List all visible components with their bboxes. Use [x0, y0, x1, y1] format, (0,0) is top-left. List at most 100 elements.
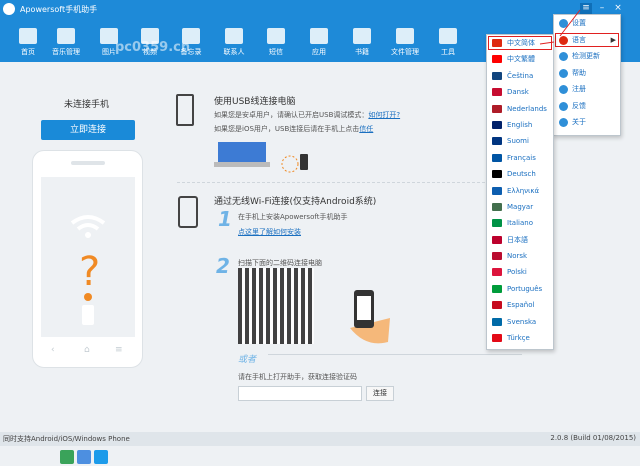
settings-menu: 设置语言 ▶ 检测更新帮助注册 反馈 关于	[553, 14, 621, 136]
language-option[interactable]: Nederlands	[487, 101, 553, 117]
language-label: Polski	[507, 268, 527, 277]
trust-link[interactable]: 信任	[359, 125, 373, 133]
language-option[interactable]: Español	[487, 297, 553, 313]
language-option[interactable]: Polski	[487, 264, 553, 280]
settings-menu-item[interactable]: 设置	[554, 15, 620, 32]
language-option[interactable]: Suomi	[487, 133, 553, 149]
language-option[interactable]: 日本語	[487, 232, 553, 248]
language-option[interactable]: Português	[487, 281, 553, 297]
language-option[interactable]: English	[487, 117, 553, 133]
nav-item-2[interactable]: 图片	[89, 28, 129, 62]
nav-item-5[interactable]: 联系人	[214, 28, 254, 62]
settings-menu-label: 设置	[572, 19, 586, 27]
close-icon[interactable]: ×	[612, 3, 624, 14]
how-to-install-link[interactable]: 点这里了解如何安装	[238, 227, 301, 237]
phone-speaker	[71, 161, 105, 165]
flag-icon	[492, 284, 502, 293]
menu-button-icon: ≡	[115, 345, 123, 355]
language-option[interactable]: Dansk	[487, 84, 553, 100]
language-option[interactable]: Ελληνικά	[487, 183, 553, 199]
usb-title: 使用USB线连接电脑	[214, 97, 296, 107]
verification-code-input[interactable]	[238, 386, 362, 401]
language-label: Italiano	[507, 219, 533, 228]
settings-menu-item[interactable]: 语言 ▶	[554, 32, 620, 49]
language-option[interactable]: Magyar	[487, 199, 553, 215]
info-icon	[559, 118, 568, 127]
nav-item-1[interactable]: 音乐管理	[46, 28, 86, 62]
connect-now-button[interactable]: 立即连接	[41, 120, 135, 140]
file-manager-icon	[396, 28, 414, 44]
nav-label: 联系人	[223, 48, 245, 56]
settings-menu-item[interactable]: 反馈	[554, 98, 620, 115]
flag-icon	[492, 153, 502, 162]
language-label: 中文简体	[507, 39, 535, 47]
nav-item-8[interactable]: 书籍	[342, 28, 382, 62]
settings-menu-label: 帮助	[572, 68, 586, 77]
flag-icon	[492, 219, 502, 228]
qr-code	[238, 268, 314, 344]
minimize-icon[interactable]: –	[596, 3, 608, 14]
contacts-icon	[225, 28, 243, 44]
language-option[interactable]: Türkçe	[487, 330, 553, 346]
language-label: Norsk	[507, 252, 528, 261]
flag-icon	[492, 252, 502, 261]
nav-item-10[interactable]: 工具	[428, 28, 468, 62]
photo-icon	[100, 28, 118, 44]
flag-icon	[492, 88, 502, 97]
settings-menu-item[interactable]: 注册	[554, 81, 620, 98]
nav-item-4[interactable]: 备忘录	[171, 28, 211, 62]
settings-menu-item[interactable]: 帮助	[554, 65, 620, 82]
nav-item-0[interactable]: 首页	[8, 28, 48, 62]
step-2-number: 2	[216, 254, 230, 278]
book-icon	[353, 28, 371, 44]
settings-menu-item[interactable]: 关于	[554, 114, 620, 131]
flag-icon	[492, 202, 502, 211]
nav-item-6[interactable]: 短信	[256, 28, 296, 62]
footer-support-text: 同时支持Android/iOS/Windows Phone	[3, 435, 130, 443]
language-option[interactable]: Français	[487, 150, 553, 166]
video-icon	[141, 28, 159, 44]
language-option[interactable]: Norsk	[487, 248, 553, 264]
language-label: Nederlands	[507, 104, 547, 113]
platform-icons	[60, 450, 111, 466]
language-option[interactable]: Deutsch	[487, 166, 553, 182]
apps-icon	[310, 28, 328, 44]
windows-icon	[94, 450, 108, 464]
china-flag-icon	[559, 35, 568, 45]
language-option[interactable]: Svenska	[487, 314, 553, 330]
connect-code-button[interactable]: 连接	[366, 386, 394, 401]
back-icon: ‹	[51, 345, 55, 355]
settings-menu-label: 语言	[572, 35, 586, 44]
question-wifi-icon: ?	[70, 215, 106, 325]
nav-item-7[interactable]: 应用	[299, 28, 339, 62]
language-label: Português	[507, 284, 543, 293]
language-label: Dansk	[507, 88, 529, 97]
gear-icon	[559, 19, 568, 28]
memo-icon	[182, 28, 200, 44]
flag-icon	[492, 334, 502, 343]
flag-icon	[492, 235, 502, 244]
usb-icon	[176, 94, 194, 126]
or-label: 或者	[238, 355, 257, 365]
flag-icon	[492, 301, 502, 310]
laptop-phone-illustration	[214, 142, 308, 173]
nav-item-9[interactable]: 文件管理	[385, 28, 425, 62]
step-1-number: 1	[218, 207, 232, 231]
language-label: Türkçe	[507, 334, 530, 343]
nav-item-3[interactable]: 视频	[130, 28, 170, 62]
home-button-icon: ⌂	[84, 345, 90, 355]
help-icon	[559, 68, 568, 78]
settings-menu-item[interactable]: 检测更新	[554, 48, 620, 65]
status-bar: 同时支持Android/iOS/Windows Phone 2.0.8 (Bui…	[0, 432, 640, 446]
language-option[interactable]: 中文简体	[487, 35, 553, 51]
language-option[interactable]: Italiano	[487, 215, 553, 231]
how-to-enable-link[interactable]: 如何打开?	[368, 111, 400, 119]
flag-icon	[492, 55, 502, 64]
home-icon	[19, 28, 37, 44]
menu-icon[interactable]: ≡	[580, 3, 592, 14]
music-icon	[57, 28, 75, 44]
code-prompt: 请在手机上打开助手，获取连接验证码	[238, 373, 357, 381]
flag-icon	[492, 137, 502, 146]
language-option[interactable]: Čeština	[487, 68, 553, 84]
language-option[interactable]: 中文繁體	[487, 51, 553, 67]
